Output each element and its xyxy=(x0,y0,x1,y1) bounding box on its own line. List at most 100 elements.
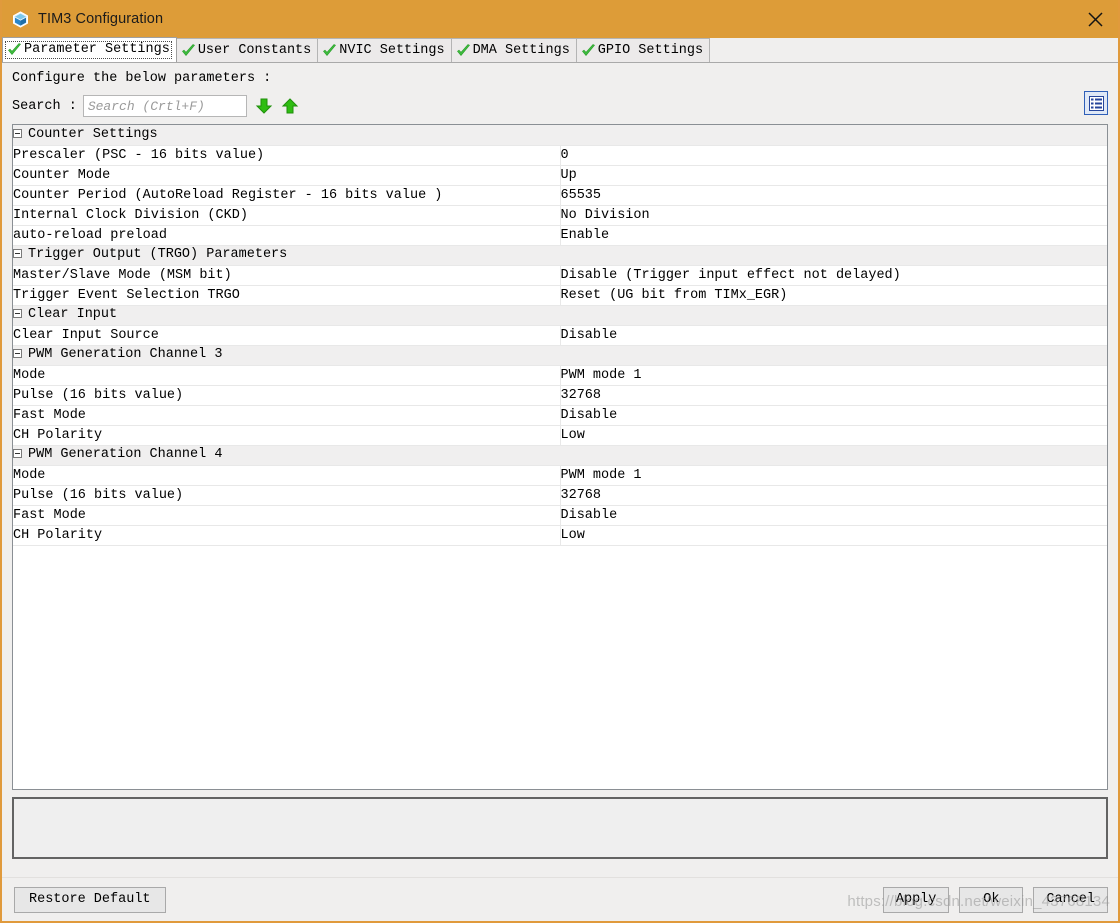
dialog-action-buttons: Apply Ok Cancel xyxy=(882,886,1108,913)
group-label: Trigger Output (TRGO) Parameters xyxy=(28,246,288,262)
table-row[interactable]: Fast Mode Disable xyxy=(13,505,1107,526)
tab-label: DMA Settings xyxy=(472,42,570,58)
table-group-header[interactable]: Trigger Output (TRGO) Parameters xyxy=(13,245,1107,266)
table-row[interactable]: Pulse (16 bits value) 32768 xyxy=(13,485,1107,506)
table-group-header[interactable]: PWM Generation Channel 4 xyxy=(13,445,1107,466)
param-name: Master/Slave Mode (MSM bit) xyxy=(13,265,561,286)
param-name: Counter Mode xyxy=(13,165,561,186)
tab-label: User Constants xyxy=(197,42,312,58)
restore-default-button[interactable]: Restore Default xyxy=(14,886,166,913)
table-group-header[interactable]: Counter Settings xyxy=(13,125,1107,146)
tab-nvic-settings[interactable]: NVIC Settings xyxy=(317,38,452,62)
collapse-icon[interactable] xyxy=(13,348,22,358)
param-name: Counter Period (AutoReload Register - 16… xyxy=(13,185,561,206)
group-label: PWM Generation Channel 4 xyxy=(28,446,223,462)
param-value[interactable]: Reset (UG bit from TIMx_EGR) xyxy=(560,285,1107,306)
param-value[interactable]: PWM mode 1 xyxy=(560,465,1107,486)
table-row[interactable]: Internal Clock Division (CKD) No Divisio… xyxy=(13,205,1107,226)
param-value[interactable]: Disable (Trigger input effect not delaye… xyxy=(560,265,1107,286)
param-name: Fast Mode xyxy=(13,405,561,426)
table-row[interactable]: Trigger Event Selection TRGO Reset (UG b… xyxy=(13,285,1107,306)
cancel-button[interactable]: Cancel xyxy=(1033,886,1108,913)
tab-user-constants[interactable]: User Constants xyxy=(175,38,319,62)
window-title: TIM3 Configuration xyxy=(38,11,164,27)
param-value[interactable]: No Division xyxy=(560,205,1107,226)
table-row[interactable]: CH Polarity Low xyxy=(13,425,1107,446)
group-label: Clear Input xyxy=(28,306,118,322)
param-name: CH Polarity xyxy=(13,425,561,446)
group-label: PWM Generation Channel 3 xyxy=(28,346,223,362)
collapse-icon[interactable] xyxy=(13,128,22,138)
table-row[interactable]: Fast Mode Disable xyxy=(13,405,1107,426)
table-row[interactable]: auto-reload preload Enable xyxy=(13,225,1107,246)
tab-dma-settings[interactable]: DMA Settings xyxy=(450,38,577,62)
tab-label: NVIC Settings xyxy=(339,42,445,58)
parameters-table: Counter Settings Prescaler (PSC - 16 bit… xyxy=(13,125,1107,546)
param-value[interactable]: 32768 xyxy=(560,385,1107,406)
dialog-button-bar: Restore Default Apply Ok Cancel xyxy=(2,877,1118,921)
title-bar: TIM3 Configuration xyxy=(2,0,1118,38)
collapse-icon[interactable] xyxy=(13,248,22,258)
tab-label: Parameter Settings xyxy=(24,42,170,58)
group-header-cell[interactable]: Clear Input xyxy=(13,305,1107,326)
group-header-cell[interactable]: PWM Generation Channel 3 xyxy=(13,345,1107,366)
param-value[interactable]: PWM mode 1 xyxy=(560,365,1107,386)
table-row[interactable]: CH Polarity Low xyxy=(13,525,1107,546)
param-name: auto-reload preload xyxy=(13,225,561,246)
table-row[interactable]: Mode PWM mode 1 xyxy=(13,465,1107,486)
cube-icon xyxy=(12,10,29,28)
tab-label: GPIO Settings xyxy=(597,42,704,58)
param-value[interactable]: Enable xyxy=(560,225,1107,246)
table-row[interactable]: Clear Input Source Disable xyxy=(13,325,1107,346)
tim3-configuration-window: TIM3 Configuration Parameter Settings Us… xyxy=(0,0,1120,923)
param-value[interactable]: Low xyxy=(560,525,1107,546)
param-name: Prescaler (PSC - 16 bits value) xyxy=(13,145,561,166)
search-row: Search : xyxy=(8,88,1112,124)
tab-gpio-settings[interactable]: GPIO Settings xyxy=(575,38,711,62)
collapse-icon[interactable] xyxy=(13,308,22,318)
apply-button[interactable]: Apply xyxy=(882,886,950,913)
table-row[interactable]: Prescaler (PSC - 16 bits value) 0 xyxy=(13,145,1107,166)
param-name: Fast Mode xyxy=(13,505,561,526)
table-group-header[interactable]: Clear Input xyxy=(13,305,1107,326)
param-value[interactable]: Disable xyxy=(560,505,1107,526)
description-panel xyxy=(12,797,1108,859)
group-header-cell[interactable]: Trigger Output (TRGO) Parameters xyxy=(13,245,1107,266)
table-row[interactable]: Counter Mode Up xyxy=(13,165,1107,186)
close-icon[interactable] xyxy=(1072,0,1118,38)
param-name: CH Polarity xyxy=(13,525,561,546)
list-view-icon[interactable] xyxy=(1084,91,1108,115)
param-name: Internal Clock Division (CKD) xyxy=(13,205,561,226)
ok-button[interactable]: Ok xyxy=(959,886,1024,913)
table-row[interactable]: Mode PWM mode 1 xyxy=(13,365,1107,386)
green-check-icon xyxy=(581,43,596,58)
parameters-table-container[interactable]: Counter Settings Prescaler (PSC - 16 bit… xyxy=(12,124,1108,790)
param-value[interactable]: 65535 xyxy=(560,185,1107,206)
param-name: Mode xyxy=(13,465,561,486)
param-value[interactable]: Low xyxy=(560,425,1107,446)
search-input[interactable] xyxy=(82,95,247,117)
green-check-icon xyxy=(181,43,196,58)
param-name: Trigger Event Selection TRGO xyxy=(13,285,561,306)
param-value[interactable]: 0 xyxy=(560,145,1107,166)
param-value[interactable]: Disable xyxy=(560,325,1107,346)
param-value[interactable]: Up xyxy=(560,165,1107,186)
table-row[interactable]: Counter Period (AutoReload Register - 16… xyxy=(13,185,1107,206)
param-value[interactable]: Disable xyxy=(560,405,1107,426)
param-name: Pulse (16 bits value) xyxy=(13,385,561,406)
green-check-icon xyxy=(7,43,22,57)
group-header-cell[interactable]: PWM Generation Channel 4 xyxy=(13,445,1107,466)
param-name: Mode xyxy=(13,365,561,386)
collapse-icon[interactable] xyxy=(13,448,22,458)
param-value[interactable]: 32768 xyxy=(560,485,1107,506)
tab-parameter-settings[interactable]: Parameter Settings xyxy=(2,37,177,62)
tab-strip: Parameter Settings User Constants NVIC S… xyxy=(2,37,1118,63)
arrow-down-icon[interactable] xyxy=(255,97,273,115)
table-row[interactable]: Pulse (16 bits value) 32768 xyxy=(13,385,1107,406)
search-label: Search : xyxy=(12,98,77,114)
table-group-header[interactable]: PWM Generation Channel 3 xyxy=(13,345,1107,366)
configure-instruction: Configure the below parameters : xyxy=(12,71,272,86)
group-header-cell[interactable]: Counter Settings xyxy=(13,125,1107,146)
arrow-up-icon[interactable] xyxy=(281,97,299,115)
table-row[interactable]: Master/Slave Mode (MSM bit) Disable (Tri… xyxy=(13,265,1107,286)
